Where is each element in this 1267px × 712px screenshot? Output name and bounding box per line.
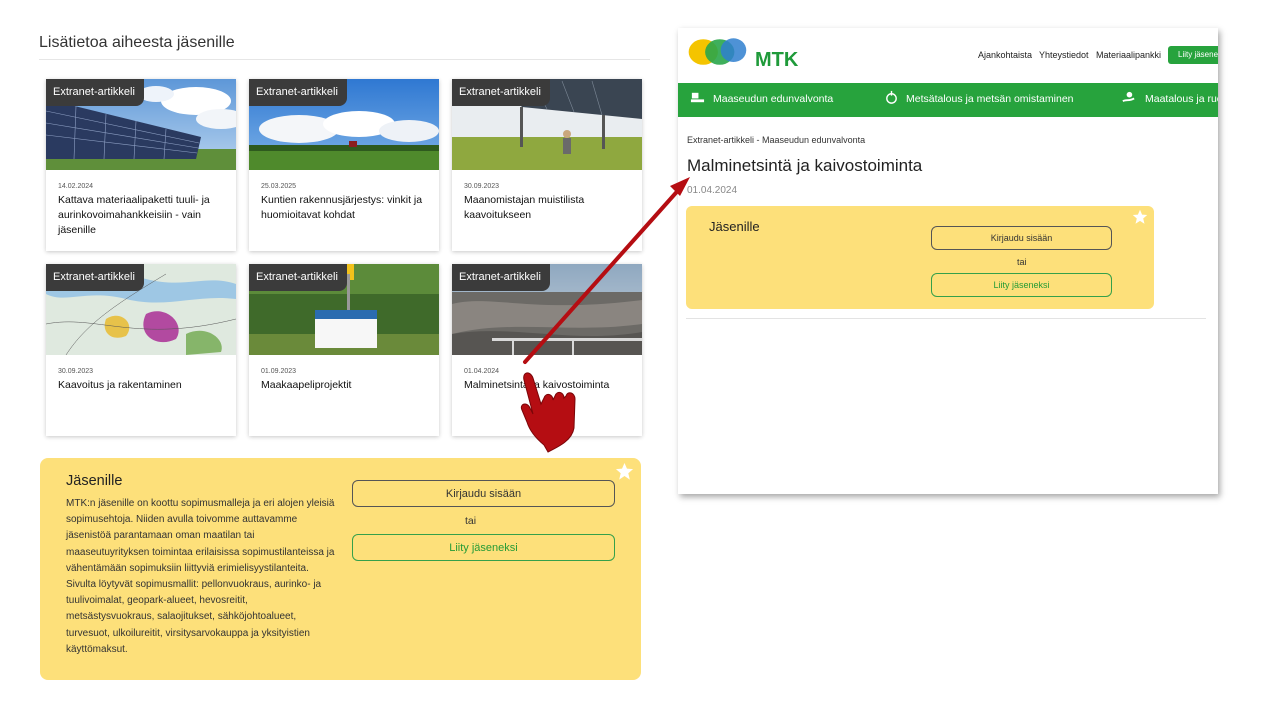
article-title[interactable]: Kattava materiaalipaketti tuuli- ja auri… xyxy=(58,193,228,238)
article-date: 25.03.2025 xyxy=(261,183,297,190)
agriculture-icon xyxy=(1122,91,1135,103)
topnav-yhteystiedot[interactable]: Yhteystiedot xyxy=(1039,50,1089,60)
members-box: Jäsenille MTK:n jäsenille on koottu sopi… xyxy=(40,458,641,680)
article-card[interactable]: Extranet-artikkeli 30.09.2023 Maanomista… xyxy=(452,79,642,251)
main-nav: Maaseudun edunvalvonta Metsätalous ja me… xyxy=(678,83,1218,117)
login-button-small[interactable]: Kirjaudu sisään xyxy=(931,226,1112,250)
article-date: 01.09.2023 xyxy=(261,368,297,375)
topnav-materiaalipankki[interactable]: Materiaalipankki xyxy=(1096,50,1161,60)
article-title[interactable]: Maakaapeliprojektit xyxy=(261,378,431,393)
article-date: 30.09.2023 xyxy=(58,368,94,375)
extranet-tag: Extranet-artikkeli xyxy=(249,79,347,106)
article-title[interactable]: Maanomistajan muistilista kaavoitukseen xyxy=(464,193,634,223)
or-text: tai xyxy=(465,515,477,527)
extranet-tag: Extranet-artikkeli xyxy=(249,264,347,291)
star-icon[interactable] xyxy=(615,462,634,481)
nav-maaseudun-edunvalvonta[interactable]: Maaseudun edunvalvonta xyxy=(713,93,833,105)
rural-icon xyxy=(690,92,705,103)
nav-maatalous[interactable]: Maatalous ja ruoantuotanto xyxy=(1145,93,1218,105)
article-page-screenshot: MTK Ajankohtaista Yhteystiedot Materiaal… xyxy=(678,28,1218,494)
article-title[interactable]: Kaavoitus ja rakentaminen xyxy=(58,378,228,393)
article-card[interactable]: Extranet-artikkeli 01.09.2023 Maakaapeli… xyxy=(249,264,439,436)
join-button-small[interactable]: Liity jäseneksi xyxy=(931,273,1112,297)
article-card[interactable]: Extranet-artikkeli 25.03.2025 Kuntien ra… xyxy=(249,79,439,251)
article-card[interactable]: Extranet-artikkeli 14.02.2024 Kattava ma… xyxy=(46,79,236,251)
join-cta-button[interactable]: Liity jäseneksi xyxy=(1168,46,1218,64)
article-date: 14.02.2024 xyxy=(58,183,94,190)
article-card[interactable]: Extranet-artikkeli 30.09.2023 Kaavoitus … xyxy=(46,264,236,436)
section-title: Lisätietoa aiheesta jäsenille xyxy=(39,34,235,51)
mtk-logo-icon xyxy=(688,38,747,65)
extranet-tag: Extranet-artikkeli xyxy=(46,264,144,291)
members-box-text: MTK:n jäsenille on koottu sopimusmalleja… xyxy=(66,498,335,655)
mtk-logo-text: MTK xyxy=(755,49,799,71)
members-box-small-title: Jäsenille xyxy=(709,219,760,234)
members-box-small: Jäsenille Kirjaudu sisään tai Liity jäse… xyxy=(686,206,1154,309)
section-divider xyxy=(39,59,650,60)
article-date: 30.09.2023 xyxy=(464,183,500,190)
article-title-heading: Malminetsintä ja kaivostoiminta xyxy=(687,156,923,175)
extranet-tag: Extranet-artikkeli xyxy=(452,79,550,106)
topnav-ajankohtaista[interactable]: Ajankohtaista xyxy=(978,50,1032,60)
content-divider xyxy=(686,318,1206,319)
article-title[interactable]: Kuntien rakennusjärjestys: vinkit ja huo… xyxy=(261,193,431,223)
article-date: 01.04.2024 xyxy=(464,368,500,375)
join-button[interactable]: Liity jäseneksi xyxy=(352,534,615,561)
or-text-small: tai xyxy=(1017,257,1027,267)
extranet-tag: Extranet-artikkeli xyxy=(452,264,550,291)
article-date-heading: 01.04.2024 xyxy=(687,185,738,196)
breadcrumb: Extranet-artikkeli - Maaseudun edunvalvo… xyxy=(687,135,866,145)
article-card[interactable]: Extranet-artikkeli 01.04.2024 Malminetsi… xyxy=(452,264,642,436)
star-icon[interactable] xyxy=(1132,209,1148,225)
article-title[interactable]: Malminetsintä ja kaivostoiminta xyxy=(464,378,634,393)
login-button[interactable]: Kirjaudu sisään xyxy=(352,480,615,507)
members-box-title: Jäsenille xyxy=(66,473,123,489)
nav-metsatalous[interactable]: Metsätalous ja metsän omistaminen xyxy=(906,93,1074,105)
forest-icon xyxy=(886,90,897,104)
extranet-tag: Extranet-artikkeli xyxy=(46,79,144,106)
